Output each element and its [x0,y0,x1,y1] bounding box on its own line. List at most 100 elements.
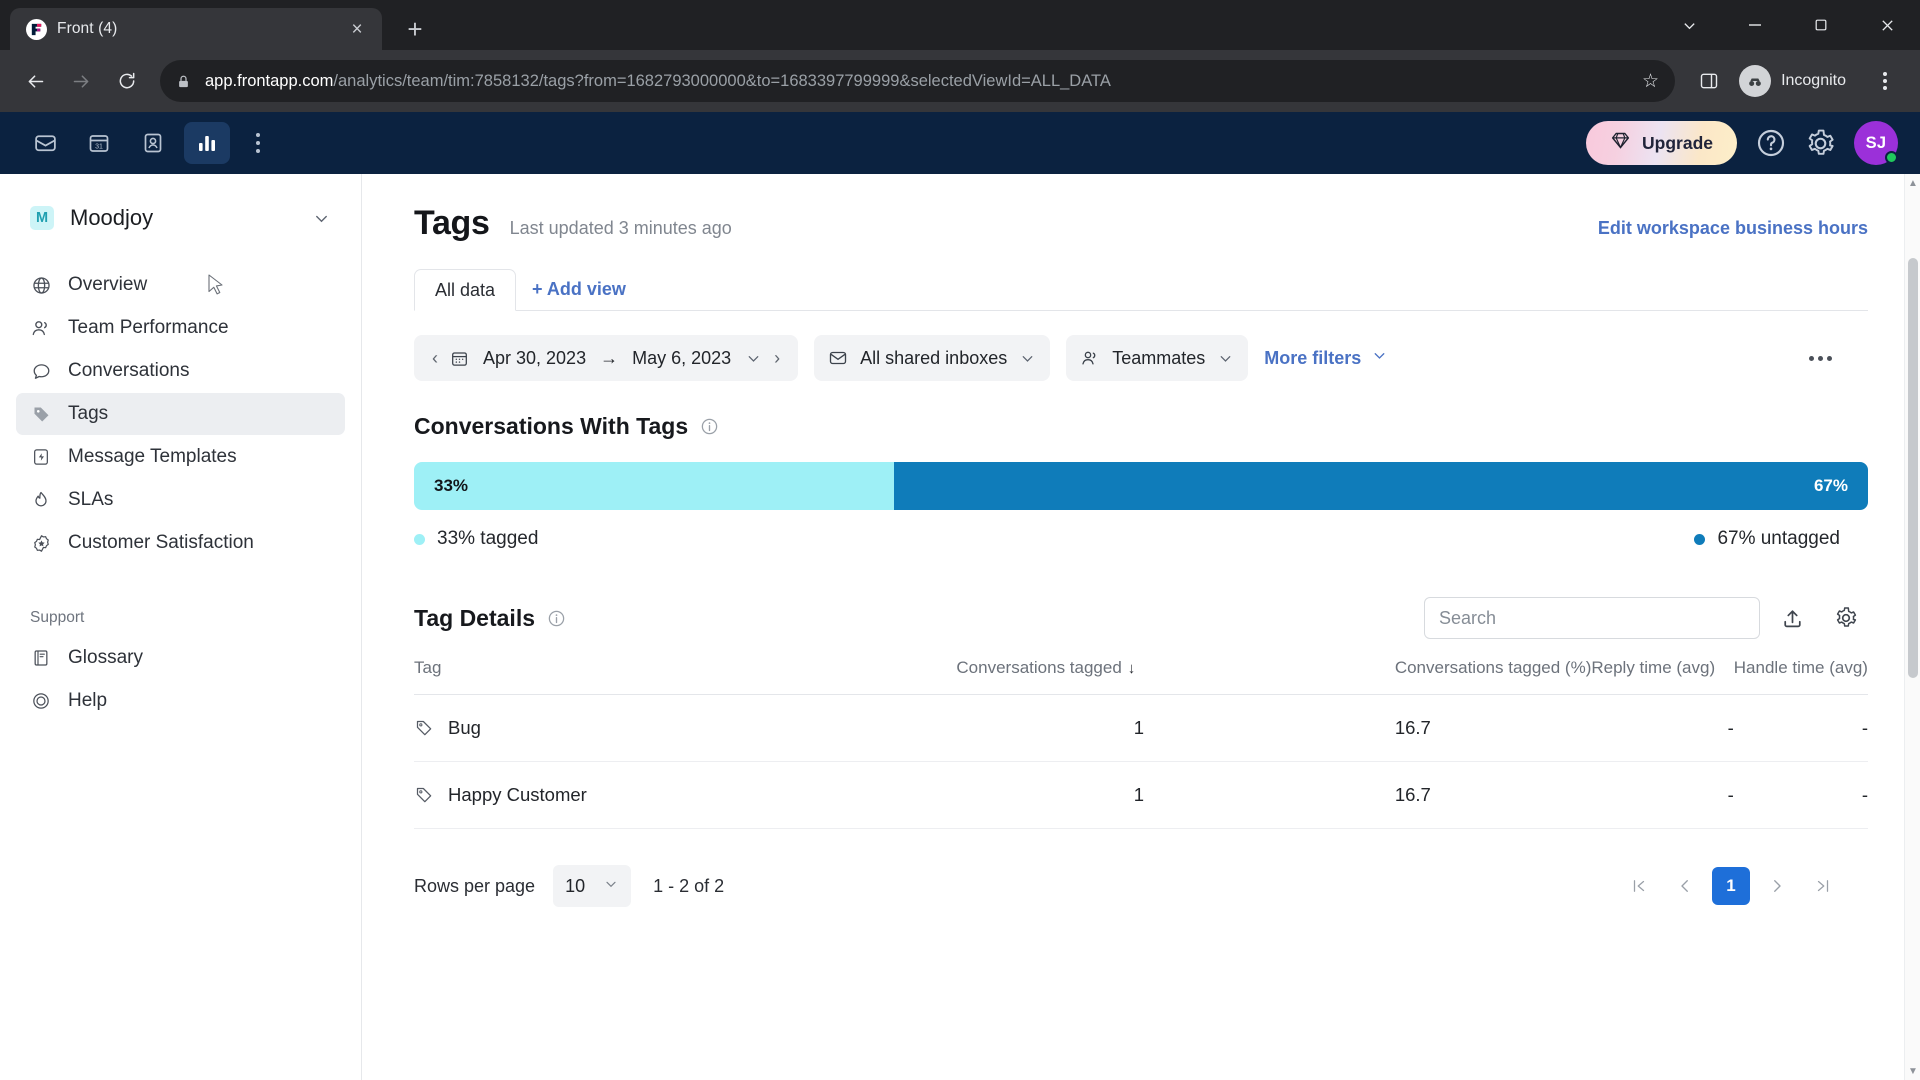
workspace-switcher[interactable]: M Moodjoy [16,192,345,244]
nav-more-icon[interactable] [238,122,278,164]
column-header-handle-time[interactable]: Handle time (avg) [1733,658,1868,695]
date-range-filter[interactable]: ‹ Apr 30, 2023 → May 6, 2023 › [414,335,799,381]
avatar[interactable]: SJ [1854,121,1898,165]
incognito-icon [1739,65,1772,97]
page-number-1[interactable]: 1 [1712,867,1750,905]
sort-arrow-icon: ↓ [1127,660,1136,677]
export-icon[interactable] [1770,596,1814,640]
sidebar-item-customer-satisfaction[interactable]: Customer Satisfaction [16,522,345,564]
sidebar-item-label: Message Templates [68,446,237,467]
view-tabs: All data + Add view [414,269,1868,311]
tag-cell: Happy Customer [414,784,956,806]
lock-icon [176,74,191,89]
next-page-button[interactable] [1758,867,1796,905]
table-row[interactable]: Bug 1 16.7 - - [414,694,1868,762]
people-icon [30,317,52,339]
bookmark-star-icon[interactable]: ☆ [1642,70,1659,93]
cell-tag: Happy Customer [414,761,957,829]
side-panel-icon[interactable] [1689,61,1729,101]
date-to-value[interactable]: May 6, 2023 [626,348,737,369]
table-settings-gear-icon[interactable] [1824,596,1868,640]
sidebar-item-team-performance[interactable]: Team Performance [16,307,345,349]
column-header-tag[interactable]: Tag [414,658,957,695]
main-content: Tags Last updated 3 minutes ago Edit wor… [362,174,1920,1080]
browser-tab-title: Front (4) [57,20,118,37]
nav-calendar[interactable]: 31 [76,122,122,164]
column-header-conversations-tagged[interactable]: Conversations tagged ↓ [956,658,1145,695]
sidebar-item-overview[interactable]: Overview [16,264,345,306]
more-filters-button[interactable]: More filters [1264,347,1388,369]
search-input-wrapper[interactable] [1424,597,1760,639]
filter-bar: ‹ Apr 30, 2023 → May 6, 2023 › All share… [414,311,1868,399]
cell-pct-value: 16.7 [1394,761,1592,829]
main-scrollbar[interactable]: ▲ ▼ [1904,174,1920,1080]
date-from-value[interactable]: Apr 30, 2023 [477,348,592,369]
nav-inbox[interactable] [22,122,68,164]
forward-button[interactable] [60,60,102,102]
nav-analytics[interactable] [184,122,230,164]
chevron-down-icon [312,209,331,228]
sidebar-item-glossary[interactable]: Glossary [16,637,345,679]
sidebar-item-label: Overview [68,274,148,295]
page-title: Tags [414,204,490,242]
column-header-bar-spacer [1144,658,1395,695]
first-page-button[interactable] [1620,867,1658,905]
sidebar-item-slas[interactable]: SLAs [16,479,345,521]
prev-page-button[interactable] [1666,867,1704,905]
upgrade-button[interactable]: Upgrade [1586,121,1737,165]
info-icon[interactable] [547,609,566,628]
column-header-reply-time[interactable]: Reply time (avg) [1591,658,1734,695]
browser-tab[interactable]: Front (4) × [10,8,382,50]
date-next-button[interactable]: › [770,348,784,369]
scroll-up-icon[interactable]: ▲ [1905,174,1920,192]
sidebar-item-message-templates[interactable]: Message Templates [16,436,345,478]
maximize-button[interactable] [1788,0,1854,50]
window-close-button[interactable] [1854,0,1920,50]
inbox-filter[interactable]: All shared inboxes [814,335,1051,381]
sidebar-item-conversations[interactable]: Conversations [16,350,345,392]
legend-dot-untagged [1694,533,1706,545]
date-arrow-icon: → [600,347,619,368]
gear-icon[interactable] [1805,128,1836,159]
section-title: Tag Details [414,604,535,631]
reload-button[interactable] [106,60,148,102]
incognito-label: Incognito [1781,72,1846,89]
conversations-with-tags-header: Conversations With Tags [414,413,1868,440]
close-icon[interactable]: × [344,16,370,42]
sidebar-item-tags[interactable]: Tags [16,393,345,435]
search-input[interactable] [1439,607,1745,629]
nav-contacts[interactable] [130,122,176,164]
help-circle-icon [30,691,52,711]
scrollbar-thumb[interactable] [1908,258,1918,678]
help-circle-icon[interactable] [1755,127,1787,159]
back-button[interactable] [14,60,56,102]
front-logo-icon [26,18,47,40]
browser-menu-icon[interactable] [1864,60,1906,102]
new-tab-button[interactable]: + [396,10,434,48]
scroll-down-icon[interactable]: ▼ [1905,1062,1920,1080]
workspace-name: Moodjoy [70,205,154,230]
chat-bubble-icon [30,361,52,382]
address-bar[interactable]: app.frontapp.com/analytics/team/tim:7858… [160,60,1676,102]
tab-all-data[interactable]: All data [414,269,517,311]
date-prev-button[interactable]: ‹ [428,348,442,369]
teammates-filter-value: Teammates [1112,347,1206,368]
last-page-button[interactable] [1804,867,1842,905]
filter-overflow-menu-icon[interactable] [1809,355,1868,361]
info-icon[interactable] [700,417,719,436]
minimize-button[interactable] [1722,0,1788,50]
rows-per-page-select[interactable]: 10 [553,865,632,907]
chevron-down-icon[interactable] [745,350,762,367]
table-row[interactable]: Happy Customer 1 16.7 - - [414,761,1868,829]
column-header-conversations-tagged-pct[interactable]: Conversations tagged (%) [1394,658,1592,695]
sidebar-item-help[interactable]: Help [16,680,345,722]
add-view-button[interactable]: + Add view [516,268,642,310]
sidebar-item-label: Tags [68,403,109,424]
svg-text:31: 31 [95,144,103,151]
section-title: Conversations With Tags [414,413,689,439]
incognito-indicator[interactable]: Incognito [1733,60,1860,102]
edit-business-hours-link[interactable]: Edit workspace business hours [1598,218,1868,239]
app-body: M Moodjoy Overview Team Performance Conv… [0,174,1920,1080]
chevron-down-icon[interactable] [1656,0,1722,50]
teammates-filter[interactable]: Teammates [1066,335,1249,381]
